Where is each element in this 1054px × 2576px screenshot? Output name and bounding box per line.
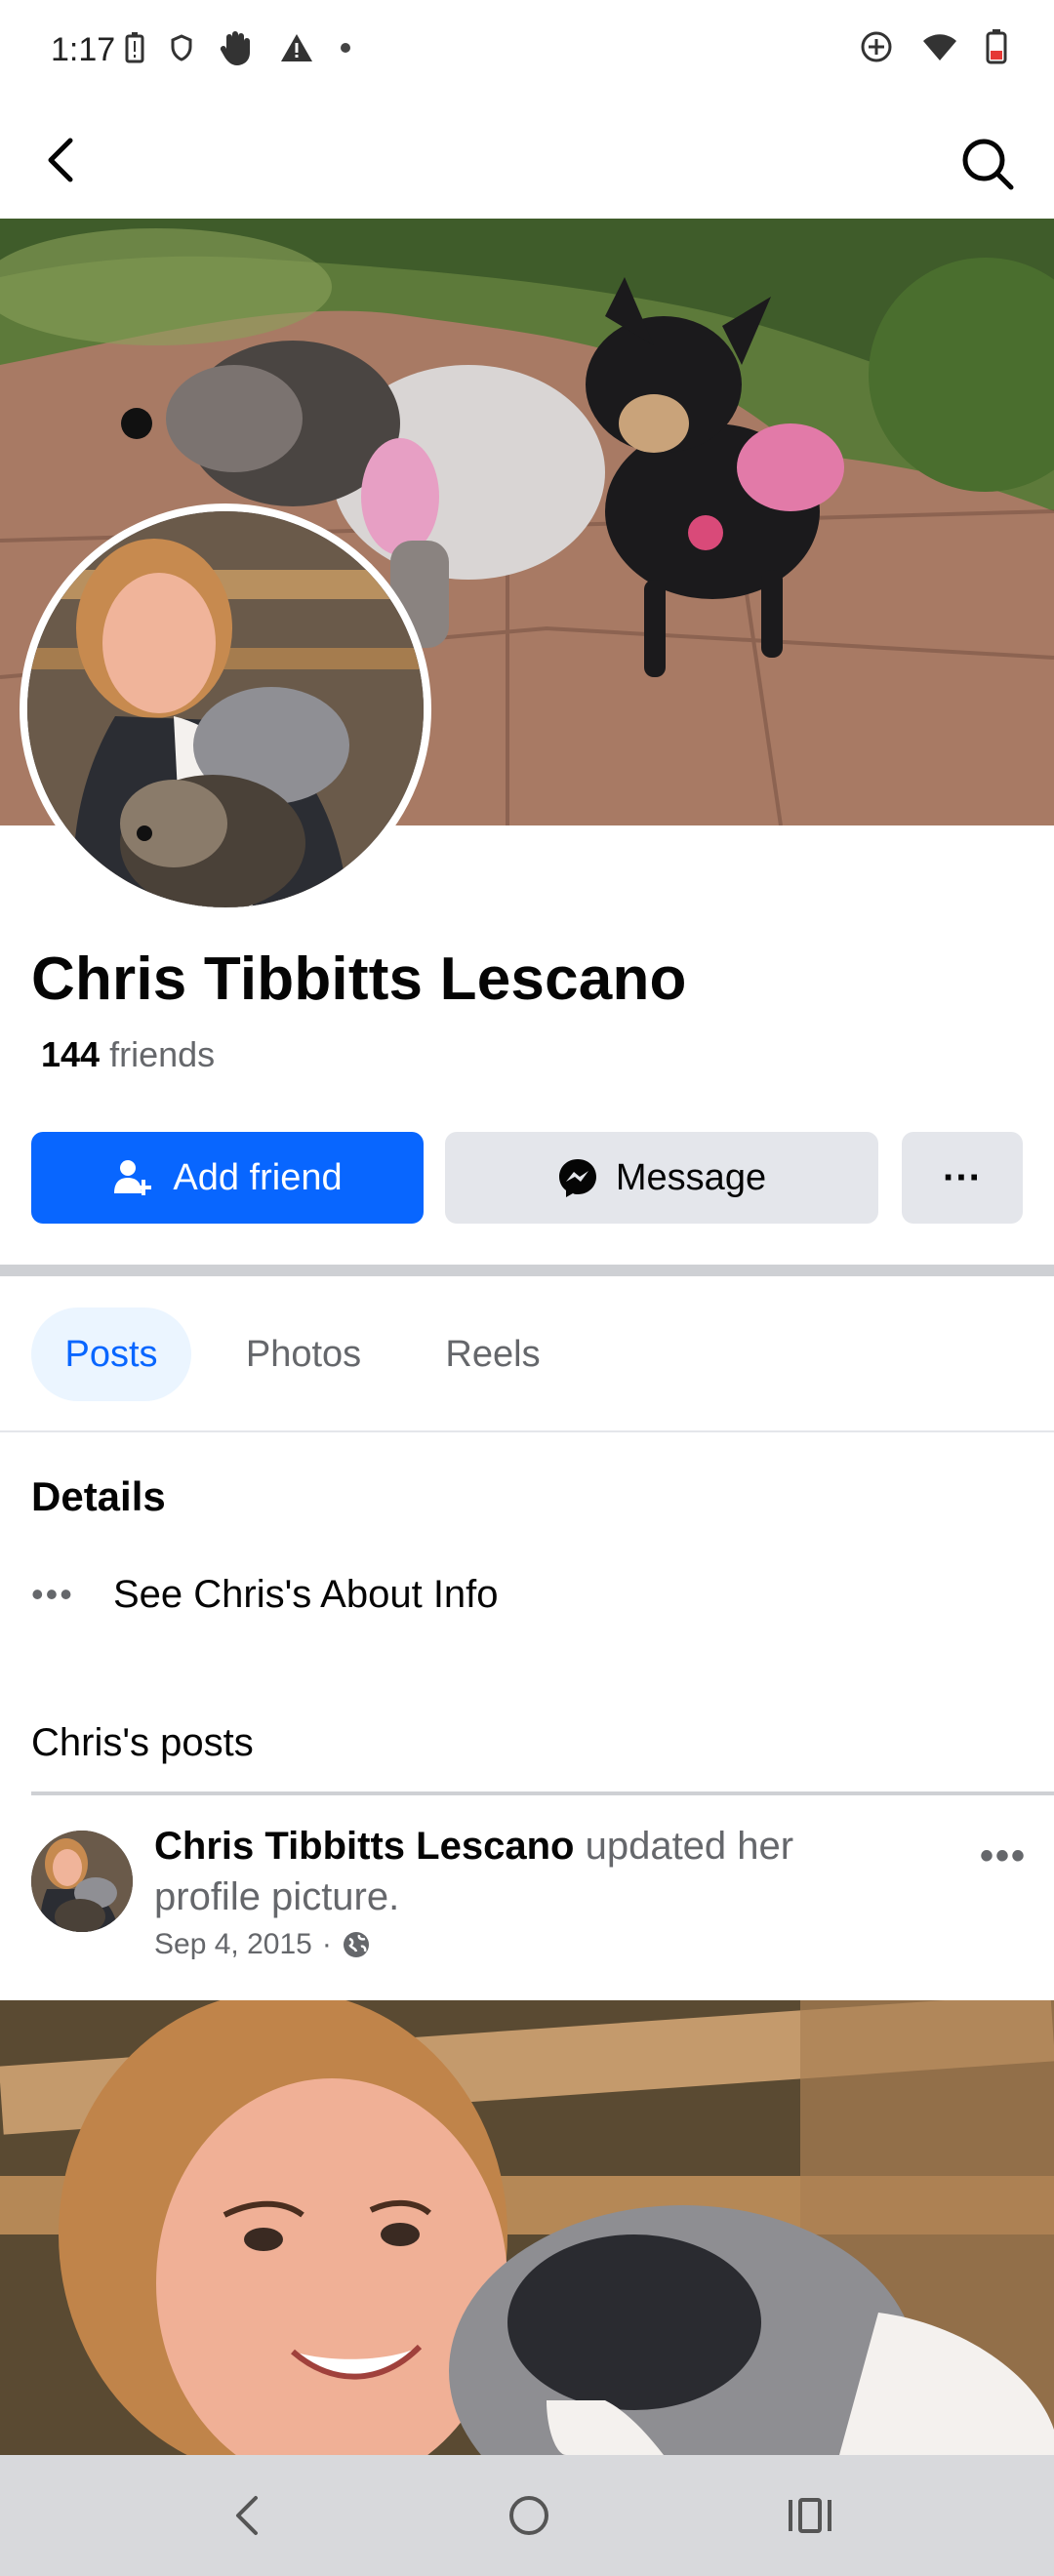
add-friend-icon — [114, 1160, 152, 1195]
post-meta-separator: · — [321, 1928, 332, 1960]
battery-alert-icon — [125, 32, 144, 63]
see-about-info-label: See Chris's About Info — [113, 1572, 499, 1616]
profile-tabs: Posts Photos Reels — [0, 1308, 1054, 1405]
shield-icon — [171, 34, 192, 61]
hand-icon — [220, 31, 250, 65]
search-icon[interactable] — [956, 133, 1019, 195]
post-author-avatar[interactable] — [31, 1831, 133, 1932]
system-home-icon[interactable] — [502, 2488, 556, 2543]
battery-low-icon — [986, 29, 1007, 64]
more-options-button[interactable]: ··· — [902, 1132, 1023, 1224]
post-meta: Sep 4, 2015 · — [154, 1928, 371, 1961]
data-saver-icon — [861, 31, 892, 62]
system-recents-icon[interactable] — [783, 2488, 837, 2543]
message-button[interactable]: Message — [445, 1132, 878, 1224]
system-back-icon[interactable] — [221, 2488, 275, 2543]
wifi-icon — [923, 34, 956, 60]
post-date[interactable]: Sep 4, 2015 — [154, 1928, 312, 1961]
post-description: Chris Tibbitts Lescano updated her profi… — [154, 1821, 896, 1922]
tabs-divider — [0, 1430, 1054, 1432]
tab-posts[interactable]: Posts — [31, 1308, 191, 1401]
back-icon[interactable] — [35, 133, 90, 187]
add-friend-button[interactable]: Add friend — [31, 1132, 424, 1224]
more-dots-icon: ••• — [31, 1574, 74, 1614]
warning-icon — [281, 34, 312, 61]
globe-icon — [343, 1932, 369, 1957]
friends-count[interactable]: 144 friends — [41, 1034, 215, 1075]
post-author-name[interactable]: Chris Tibbitts Lescano — [154, 1825, 574, 1868]
post-image[interactable] — [0, 2000, 1054, 2455]
friends-count-number: 144 — [41, 1034, 101, 1074]
details-heading: Details — [31, 1473, 166, 1519]
system-nav-bar — [0, 2455, 1054, 2576]
status-icons-right — [859, 29, 1007, 64]
post-header: Chris Tibbitts Lescano updated her profi… — [0, 1815, 1054, 1991]
posts-divider — [31, 1791, 1054, 1795]
post-options-button[interactable]: ••• — [980, 1834, 1027, 1878]
section-divider — [0, 1265, 1054, 1276]
add-friend-label: Add friend — [173, 1156, 343, 1198]
message-label: Message — [615, 1156, 767, 1198]
status-icons-left — [125, 29, 351, 66]
profile-name: Chris Tibbitts Lescano — [31, 946, 687, 1013]
status-bar: 1:17 — [0, 0, 1054, 105]
profile-avatar[interactable] — [20, 503, 431, 915]
messenger-icon — [558, 1159, 596, 1197]
notification-dot-icon — [341, 43, 350, 53]
tab-reels[interactable]: Reels — [429, 1308, 556, 1401]
status-time: 1:17 — [51, 31, 116, 68]
more-options-label: ··· — [943, 1155, 982, 1199]
friends-label: friends — [109, 1034, 216, 1074]
posts-heading: Chris's posts — [31, 1721, 254, 1764]
tab-photos[interactable]: Photos — [221, 1308, 386, 1401]
see-about-info-link[interactable]: ••• See Chris's About Info — [31, 1565, 499, 1624]
top-nav — [0, 117, 1054, 219]
